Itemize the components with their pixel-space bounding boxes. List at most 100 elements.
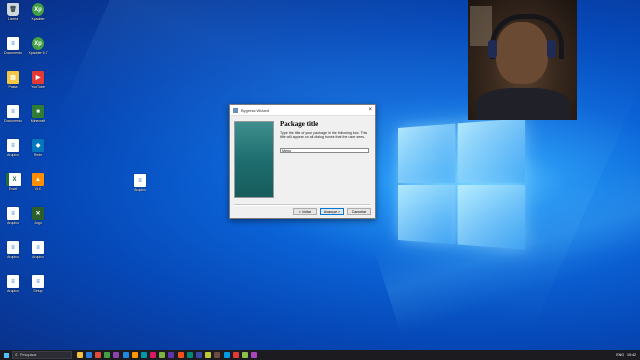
desktop-shortcut[interactable]: Xp Xpadder 5.7 [24, 37, 52, 55]
taskbar-app-icon[interactable] [140, 352, 147, 358]
desktop-shortcut[interactable]: ≡ Setup [24, 275, 52, 293]
shortcut-label: Arquivo [7, 221, 19, 225]
desktop[interactable]: 🗑 Lixeira Xp Xpadder ≡ Documento Xp Xpadder 5.7… [0, 0, 640, 350]
desktop-shortcut[interactable]: ▤ Pasta [0, 71, 27, 89]
shortcut-label: Arquivo [7, 153, 19, 157]
document-icon: ≡ [7, 37, 19, 50]
taskbar-app-icon[interactable] [186, 352, 193, 358]
folder-icon: ▤ [7, 71, 19, 84]
xpadder-icon: Xp [32, 3, 44, 16]
file-icon: ≡ [7, 139, 19, 152]
app-icon: ✕ [32, 207, 44, 220]
shortcut-label: Pasta [8, 85, 18, 89]
taskbar-app-icon[interactable] [232, 352, 239, 358]
taskbar-app-icon[interactable] [168, 352, 175, 358]
next-button[interactable]: Avançar > [320, 208, 344, 215]
taskbar-app-icon[interactable] [85, 352, 92, 358]
cancel-button[interactable]: Cancelar [347, 208, 371, 215]
taskbar-app-icon[interactable] [251, 352, 258, 358]
language-indicator[interactable]: ENG [616, 353, 624, 357]
shortcut-label: YouTube [31, 85, 45, 89]
system-tray: ENG 19:42 [613, 353, 640, 357]
desktop-shortcut[interactable]: ■ Minecraft [24, 105, 52, 123]
taskbar-app-icon[interactable] [104, 352, 111, 358]
app-icon [233, 107, 238, 113]
shortcut-label: Setup [33, 289, 43, 293]
desktop-shortcut[interactable]: ≡ Arquivo [0, 241, 27, 259]
webcam-overlay [468, 0, 577, 120]
desktop-shortcut[interactable]: ▶ YouTube [24, 71, 52, 89]
dialog-titlebar[interactable]: Bygress Wizard × [230, 105, 375, 116]
taskbar-app-icon[interactable] [113, 352, 120, 358]
desktop-shortcut[interactable]: X Excel [0, 173, 27, 191]
desktop-shortcut[interactable]: ≡ Arquivo [0, 275, 27, 293]
wizard-dialog[interactable]: Bygress Wizard × Package title Type the … [229, 104, 376, 219]
back-button[interactable]: < Voltar [293, 208, 317, 215]
desktop-shortcut[interactable]: ✕ Jogo [24, 207, 52, 225]
desktop-shortcut[interactable]: ≡ Documento [0, 105, 27, 123]
shortcut-label: Documento [4, 119, 22, 123]
package-title-input[interactable]: Menu [280, 148, 369, 153]
shortcut-label: Jogo [34, 221, 42, 225]
recycle-bin-icon: 🗑 [7, 3, 19, 16]
page-description: Type the title of your package in the fo… [280, 131, 368, 140]
desktop-shortcut[interactable]: ≡ Arquivo [0, 139, 27, 157]
shortcut-label: Xpadder [31, 17, 45, 21]
excel-icon: X [5, 173, 21, 186]
youtube-icon: ▶ [32, 71, 44, 84]
taskbar-app-icon[interactable] [196, 352, 203, 358]
taskbar-app-icon[interactable] [94, 352, 101, 358]
desktop-shortcut[interactable]: ≡ Documento [0, 37, 27, 55]
taskbar-app-icon[interactable] [131, 352, 138, 358]
dialog-title: Bygress Wizard [241, 107, 270, 113]
wizard-side-image [234, 121, 274, 198]
desktop-file-icon[interactable]: ≡ Arquivo [126, 174, 154, 192]
start-button[interactable] [0, 350, 12, 360]
shortcut-label: Arquivo [7, 289, 19, 293]
shortcut-label: Minecraft [30, 119, 46, 123]
vlc-icon: ▲ [32, 173, 44, 186]
close-icon[interactable]: × [368, 107, 372, 113]
taskbar-apps [75, 352, 259, 358]
clock[interactable]: 19:42 [627, 353, 636, 357]
desktop-shortcut[interactable]: ≡ Arquivo [24, 241, 52, 259]
shortcut-label: Lixeira [7, 17, 19, 21]
network-icon: ◆ [32, 139, 44, 152]
taskbar-app-icon[interactable] [177, 352, 184, 358]
windows-logo-wallpaper [398, 118, 528, 252]
taskbar-app-icon[interactable] [150, 352, 157, 358]
taskbar-app-icon[interactable] [223, 352, 230, 358]
file-icon: ≡ [7, 275, 19, 288]
taskbar-app-icon[interactable] [214, 352, 221, 358]
search-box[interactable]: ⌕ Pesquisar [12, 351, 72, 359]
taskbar-app-icon[interactable] [122, 352, 129, 358]
taskbar-app-icon[interactable] [76, 352, 83, 358]
page-heading: Package title [280, 120, 319, 128]
shortcut-label: Rede [33, 153, 43, 157]
document-icon: ≡ [7, 105, 19, 118]
windows-icon [3, 352, 9, 358]
desktop-shortcut[interactable]: ≡ Arquivo [0, 207, 27, 225]
taskbar: ⌕ Pesquisar ENG 19:42 [0, 350, 640, 360]
taskbar-app-icon[interactable] [241, 352, 248, 358]
shortcut-label: Excel [8, 187, 18, 191]
shortcut-label: Xpadder 5.7 [28, 51, 48, 55]
desktop-shortcut[interactable]: ◆ Rede [24, 139, 52, 157]
taskbar-app-icon[interactable] [159, 352, 166, 358]
file-icon: ≡ [32, 275, 44, 288]
shortcut-label: Documento [4, 51, 22, 55]
taskbar-app-icon[interactable] [205, 352, 212, 358]
search-icon: ⌕ [15, 352, 18, 358]
shortcut-label: VLC [34, 187, 42, 191]
xpadder-icon: Xp [32, 37, 44, 50]
desktop-shortcut[interactable]: 🗑 Lixeira [0, 3, 27, 21]
desktop-shortcut[interactable]: Xp Xpadder [24, 3, 52, 21]
file-icon: ≡ [134, 174, 146, 187]
shortcut-label: Arquivo [7, 255, 19, 259]
shortcut-label: Arquivo [32, 255, 44, 259]
file-icon: ≡ [7, 207, 19, 220]
search-placeholder: Pesquisar [19, 353, 37, 357]
desktop-shortcut[interactable]: ▲ VLC [24, 173, 52, 191]
file-icon: ≡ [7, 241, 19, 254]
file-icon: ≡ [32, 241, 44, 254]
